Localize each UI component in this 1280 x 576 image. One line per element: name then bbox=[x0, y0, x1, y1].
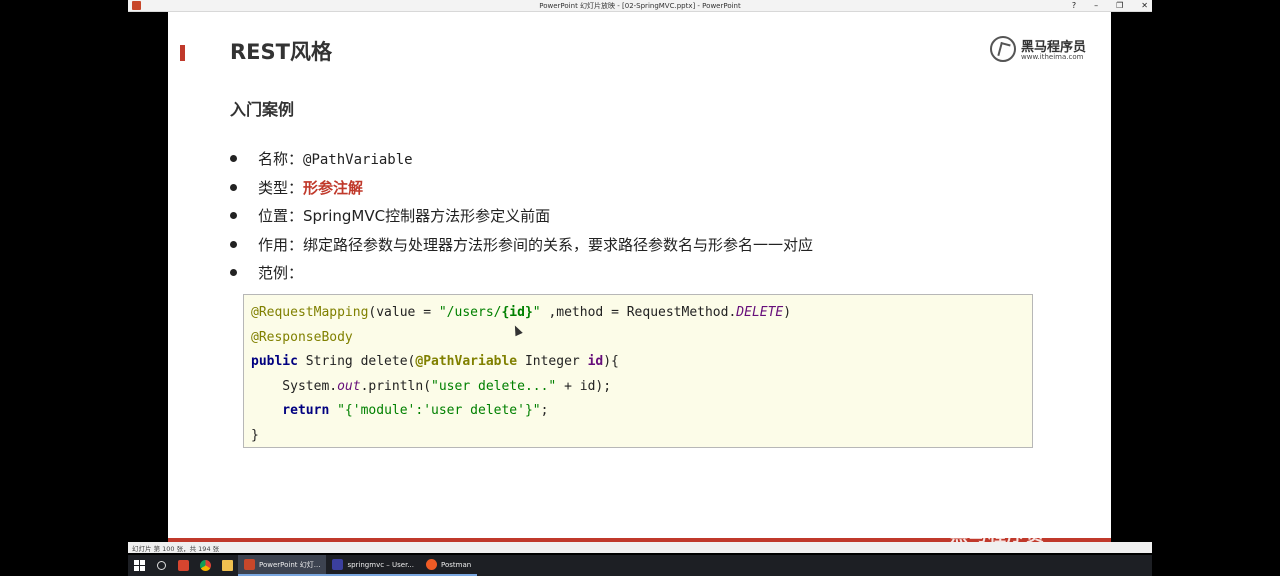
bullet-value: SpringMVC控制器方法形参定义前面 bbox=[303, 207, 551, 225]
bullet-value: 绑定路径参数与处理器方法形参间的关系，要求路径参数名与形参名一一对应 bbox=[303, 235, 814, 254]
bullet-item-example: 范例： bbox=[230, 263, 813, 292]
restore-button[interactable]: ❐ bbox=[1116, 0, 1123, 11]
code-token: System. bbox=[251, 378, 338, 394]
close-button[interactable]: ✕ bbox=[1141, 0, 1148, 11]
taskbar-task-idea[interactable]: springmvc – User... bbox=[326, 555, 420, 576]
code-token: "user delete..." bbox=[431, 378, 557, 394]
code-token: ; bbox=[540, 403, 549, 419]
slide-counter: 幻灯片 第 100 张，共 194 张 bbox=[132, 544, 220, 553]
taskbar-app-tool[interactable] bbox=[172, 555, 194, 576]
code-token: String delete( bbox=[297, 354, 416, 370]
task-label: Postman bbox=[441, 560, 472, 569]
code-token: @ResponseBody bbox=[251, 329, 353, 345]
windows-icon bbox=[133, 560, 145, 571]
bullet-value: @PathVariable bbox=[303, 152, 413, 168]
chrome-icon bbox=[199, 560, 211, 571]
code-token: @PathVariable bbox=[415, 354, 518, 370]
code-token: {id} bbox=[501, 305, 533, 320]
postman-icon bbox=[426, 559, 437, 570]
intellij-icon bbox=[332, 559, 344, 570]
code-example-box: @RequestMapping(value = "/users/{id}" ,m… bbox=[243, 294, 1033, 448]
horse-logo-icon bbox=[990, 36, 1016, 62]
bullet-item-purpose: 作用：绑定路径参数与处理器方法形参间的关系，要求路径参数名与形参名一一对应 bbox=[230, 235, 813, 264]
taskbar: PowerPoint 幻灯... springmvc – User... Pos… bbox=[128, 555, 1152, 576]
bullet-label: 名称： bbox=[258, 150, 304, 168]
bullet-list: 名称：@PathVariable 类型：形参注解 位置：SpringMVC控制器… bbox=[230, 149, 813, 292]
code-token: return bbox=[251, 403, 330, 419]
app-icon bbox=[177, 560, 189, 571]
code-token: Integer bbox=[517, 354, 588, 370]
code-token: + id); bbox=[556, 378, 612, 394]
code-token: out bbox=[337, 378, 361, 394]
code-token: } bbox=[251, 427, 259, 443]
code-line: @ResponseBody bbox=[251, 328, 1032, 353]
folder-icon bbox=[221, 560, 233, 571]
bullet-label: 作用： bbox=[258, 235, 304, 254]
status-bar: 幻灯片 第 100 张，共 194 张 bbox=[128, 542, 1152, 553]
task-label: springmvc – User... bbox=[347, 560, 414, 569]
code-line: System.out.println("user delete..." + id… bbox=[251, 377, 1032, 402]
code-token: public bbox=[251, 354, 298, 370]
bullet-label: 类型： bbox=[258, 178, 304, 197]
window-title: PowerPoint 幻灯片放映 - [02-SpringMVC.pptx] -… bbox=[539, 1, 741, 10]
bullet-item-name: 名称：@PathVariable bbox=[230, 149, 813, 178]
code-token: ){ bbox=[603, 354, 619, 370]
code-token: ,method = RequestMethod. bbox=[540, 305, 737, 320]
bullet-label: 位置： bbox=[258, 207, 304, 225]
code-line: public String delete(@PathVariable Integ… bbox=[251, 352, 1032, 377]
code-token: @RequestMapping bbox=[251, 305, 369, 320]
itheima-logo: 黑马程序员 www.itheima.com bbox=[990, 34, 1090, 64]
code-token: "/users/ bbox=[438, 305, 502, 320]
code-line: @RequestMapping(value = "/users/{id}" ,m… bbox=[251, 303, 1032, 328]
slide-title: REST风格 bbox=[230, 40, 332, 64]
logo-site-text: www.itheima.com bbox=[1021, 53, 1084, 61]
taskbar-task-postman[interactable]: Postman bbox=[420, 555, 478, 576]
bullet-item-type: 类型：形参注解 bbox=[230, 178, 813, 207]
task-label: PowerPoint 幻灯... bbox=[259, 560, 321, 569]
minimize-button[interactable]: – bbox=[1094, 0, 1098, 11]
bullet-item-position: 位置：SpringMVC控制器方法形参定义前面 bbox=[230, 206, 813, 235]
search-icon bbox=[156, 561, 166, 570]
bullet-value-highlight: 形参注解 bbox=[303, 178, 364, 197]
taskbar-app-chrome[interactable] bbox=[194, 555, 216, 576]
slide-subtitle: 入门案例 bbox=[230, 100, 295, 119]
code-token: ) bbox=[783, 305, 792, 320]
taskbar-app-explorer[interactable] bbox=[216, 555, 238, 576]
window-titlebar: PowerPoint 幻灯片放映 - [02-SpringMVC.pptx] -… bbox=[128, 0, 1152, 12]
window-controls: ? – ❐ ✕ bbox=[1072, 0, 1148, 11]
help-button[interactable]: ? bbox=[1072, 0, 1076, 11]
powerpoint-icon bbox=[132, 1, 141, 10]
code-token: id bbox=[587, 354, 604, 370]
title-accent-bar bbox=[180, 45, 185, 61]
taskbar-task-powerpoint[interactable]: PowerPoint 幻灯... bbox=[238, 555, 327, 576]
code-token: "{'module':'user delete'}" bbox=[337, 403, 541, 419]
start-button[interactable] bbox=[128, 555, 150, 576]
code-token: DELETE bbox=[736, 305, 784, 320]
powerpoint-icon bbox=[244, 559, 255, 570]
code-token: .println( bbox=[360, 378, 432, 394]
code-line: return "{'module':'user delete'}"; bbox=[251, 401, 1032, 426]
bullet-label: 范例： bbox=[258, 264, 304, 282]
search-button[interactable] bbox=[150, 555, 172, 576]
slide[interactable]: REST风格 黑马程序员 www.itheima.com 入门案例 名称：@Pa… bbox=[168, 12, 1111, 542]
code-line: } bbox=[251, 426, 1032, 451]
code-token: (value = bbox=[368, 305, 439, 320]
code-token: " bbox=[532, 305, 541, 320]
